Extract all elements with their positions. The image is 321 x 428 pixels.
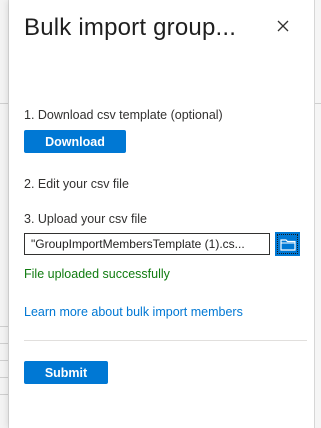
background-divider xyxy=(0,343,8,344)
download-button[interactable]: Download xyxy=(24,130,126,153)
upload-status-message: File uploaded successfully xyxy=(24,267,170,281)
folder-icon xyxy=(279,238,296,251)
page: Bulk import group... 1. Download csv tem… xyxy=(0,0,321,428)
background-divider xyxy=(0,377,8,378)
bulk-import-panel: Bulk import group... 1. Download csv tem… xyxy=(9,0,314,428)
close-icon xyxy=(277,20,289,32)
learn-more-link[interactable]: Learn more about bulk import members xyxy=(24,305,243,319)
close-button[interactable] xyxy=(271,14,295,38)
background-divider xyxy=(315,103,321,104)
background-divider xyxy=(0,103,8,104)
step-edit-label: 2. Edit your csv file xyxy=(24,177,129,191)
panel-title: Bulk import group... xyxy=(24,14,237,41)
background-divider xyxy=(0,326,8,327)
step-download-label: 1. Download csv template (optional) xyxy=(24,108,223,122)
background-page xyxy=(0,0,9,428)
right-background-edge xyxy=(314,0,321,428)
background-divider xyxy=(0,394,8,395)
step-upload-label: 3. Upload your csv file xyxy=(24,212,147,226)
browse-file-button[interactable] xyxy=(275,232,300,256)
submit-button[interactable]: Submit xyxy=(24,361,108,384)
footer-divider xyxy=(24,340,307,341)
file-path-input[interactable]: "GroupImportMembersTemplate (1).cs... xyxy=(24,233,270,255)
background-divider xyxy=(0,360,8,361)
